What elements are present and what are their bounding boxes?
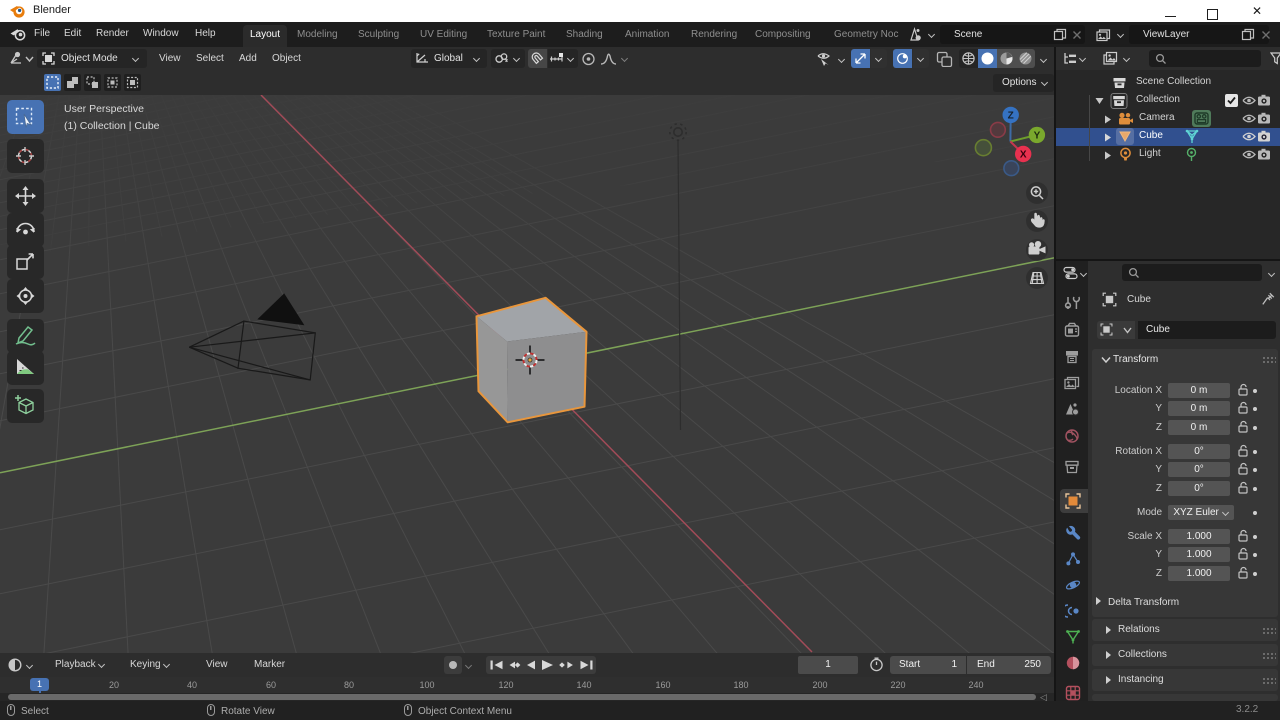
svg-text:X: X (1020, 150, 1027, 161)
svg-text:Z: Z (1008, 111, 1014, 122)
svg-text:Y: Y (1034, 131, 1041, 142)
